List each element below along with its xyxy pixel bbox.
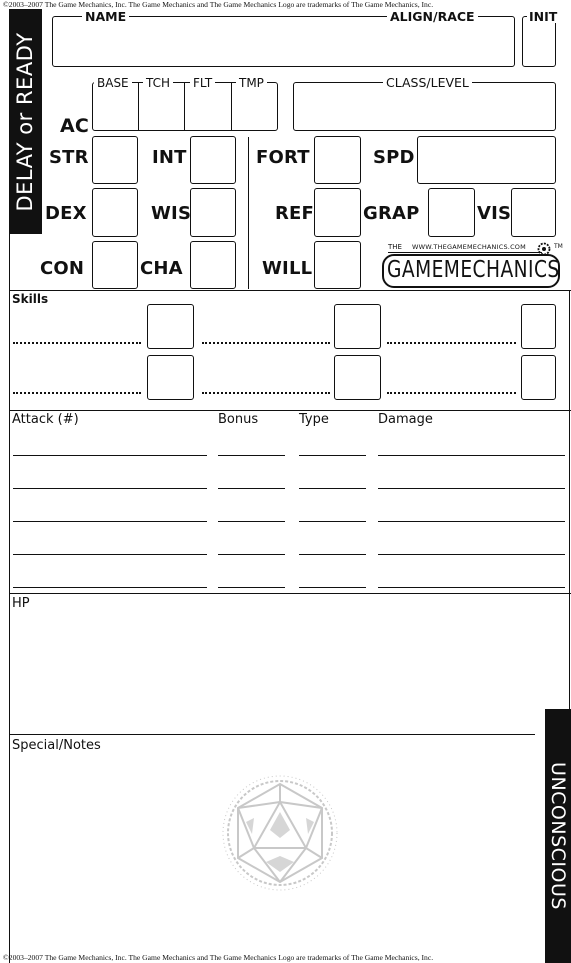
wis-label: WIS xyxy=(151,203,192,224)
attack-name-line[interactable] xyxy=(13,587,207,588)
attack-damage-line[interactable] xyxy=(378,455,565,456)
align-race-label: ALIGN/RACE xyxy=(387,10,478,23)
skill-line[interactable] xyxy=(202,392,330,394)
attack-title: Attack (#) xyxy=(12,412,79,427)
vis-label: VIS xyxy=(477,203,512,224)
ac-touch-label: TCH xyxy=(143,77,174,89)
d20-watermark-icon xyxy=(222,775,338,891)
delay-ready-label: DELAY or READY xyxy=(13,32,37,212)
attack-damage-line[interactable] xyxy=(378,521,565,522)
grap-label: GRAP xyxy=(363,203,420,224)
hp-field[interactable] xyxy=(12,614,532,732)
skills-title: Skills xyxy=(12,292,49,306)
spd-field[interactable] xyxy=(417,136,556,184)
skill-box[interactable] xyxy=(521,304,556,349)
gear-icon xyxy=(537,242,551,256)
notes-title: Special/Notes xyxy=(12,738,101,753)
con-field[interactable] xyxy=(92,241,138,289)
name-label: NAME xyxy=(82,10,130,23)
column-divider xyxy=(248,137,249,289)
logo-wordmark: GAMEMECHANICS xyxy=(387,257,560,283)
attack-damage-line[interactable] xyxy=(378,587,565,588)
init-label: INIT xyxy=(527,9,560,24)
copyright-top: ©2003–2007 The Game Mechanics, Inc. The … xyxy=(3,0,434,9)
logo-url: WWW.THEGAMEMECHANICS.COM xyxy=(412,243,526,251)
spd-label: SPD xyxy=(373,147,415,168)
ac-flat-field[interactable] xyxy=(185,83,230,130)
will-label: WILL xyxy=(262,258,313,279)
skill-line[interactable] xyxy=(13,342,141,344)
frame-right xyxy=(569,290,570,709)
ac-flat-label: FLT xyxy=(190,77,216,89)
type-header: Type xyxy=(299,412,329,427)
ac-temp-label: TMP xyxy=(236,77,267,89)
skill-box[interactable] xyxy=(334,304,381,349)
cha-field[interactable] xyxy=(190,241,236,289)
fort-field[interactable] xyxy=(314,136,361,184)
str-label: STR xyxy=(49,147,89,168)
skill-line[interactable] xyxy=(387,342,516,344)
bonus-header: Bonus xyxy=(218,412,259,427)
attack-damage-line[interactable] xyxy=(378,488,565,489)
fort-label: FORT xyxy=(256,147,310,168)
ac-base-field[interactable] xyxy=(93,83,137,130)
attack-name-line[interactable] xyxy=(13,521,207,522)
attack-bonus-line[interactable] xyxy=(218,488,285,489)
dex-field[interactable] xyxy=(92,188,138,237)
ac-touch-field[interactable] xyxy=(139,83,183,130)
skill-box[interactable] xyxy=(521,355,556,400)
logo-tm: TM xyxy=(554,243,563,250)
attack-type-line[interactable] xyxy=(299,455,366,456)
copyright-bottom: ©2003–2007 The Game Mechanics, Inc. The … xyxy=(3,953,434,962)
will-field[interactable] xyxy=(314,241,361,289)
game-mechanics-logo: WWW.THEGAMEMECHANICS.COM THE GAMEMECHANI… xyxy=(382,238,568,290)
str-field[interactable] xyxy=(92,136,138,184)
attack-type-line[interactable] xyxy=(299,587,366,588)
hp-title: HP xyxy=(12,596,30,611)
attack-bonus-line[interactable] xyxy=(218,554,285,555)
attack-name-line[interactable] xyxy=(13,455,207,456)
attack-name-line[interactable] xyxy=(13,488,207,489)
vis-field[interactable] xyxy=(511,188,556,237)
ac-temp-field[interactable] xyxy=(232,83,277,130)
int-field[interactable] xyxy=(190,136,236,184)
int-label: INT xyxy=(152,147,187,168)
cha-label: CHA xyxy=(140,258,183,279)
skill-line[interactable] xyxy=(13,392,141,394)
damage-header: Damage xyxy=(378,412,433,427)
ref-label: REF xyxy=(275,203,315,224)
skill-line[interactable] xyxy=(202,342,330,344)
attack-type-line[interactable] xyxy=(299,488,366,489)
attack-bonus-line[interactable] xyxy=(218,587,285,588)
grap-field[interactable] xyxy=(428,188,475,237)
unconscious-label: UNCONSCIOUS xyxy=(547,762,569,910)
con-label: CON xyxy=(40,258,85,279)
initiative-card: { "legal": { "top": "©2003–2007 The Game… xyxy=(0,0,571,963)
skill-box[interactable] xyxy=(147,355,194,400)
attack-damage-line[interactable] xyxy=(378,554,565,555)
wis-field[interactable] xyxy=(190,188,236,237)
ref-field[interactable] xyxy=(314,188,361,237)
attack-bonus-line[interactable] xyxy=(218,521,285,522)
attack-type-line[interactable] xyxy=(299,521,366,522)
frame-left xyxy=(9,234,10,963)
dex-label: DEX xyxy=(45,203,87,224)
attack-bonus-line[interactable] xyxy=(218,455,285,456)
logo-the: THE xyxy=(388,243,402,251)
skill-box[interactable] xyxy=(334,355,381,400)
attack-name-line[interactable] xyxy=(13,554,207,555)
ac-label: AC xyxy=(60,115,90,137)
class-level-label: CLASS/LEVEL xyxy=(383,76,472,89)
attack-type-line[interactable] xyxy=(299,554,366,555)
ac-base-label: BASE xyxy=(94,77,132,89)
skill-box[interactable] xyxy=(147,304,194,349)
skill-line[interactable] xyxy=(387,392,516,394)
